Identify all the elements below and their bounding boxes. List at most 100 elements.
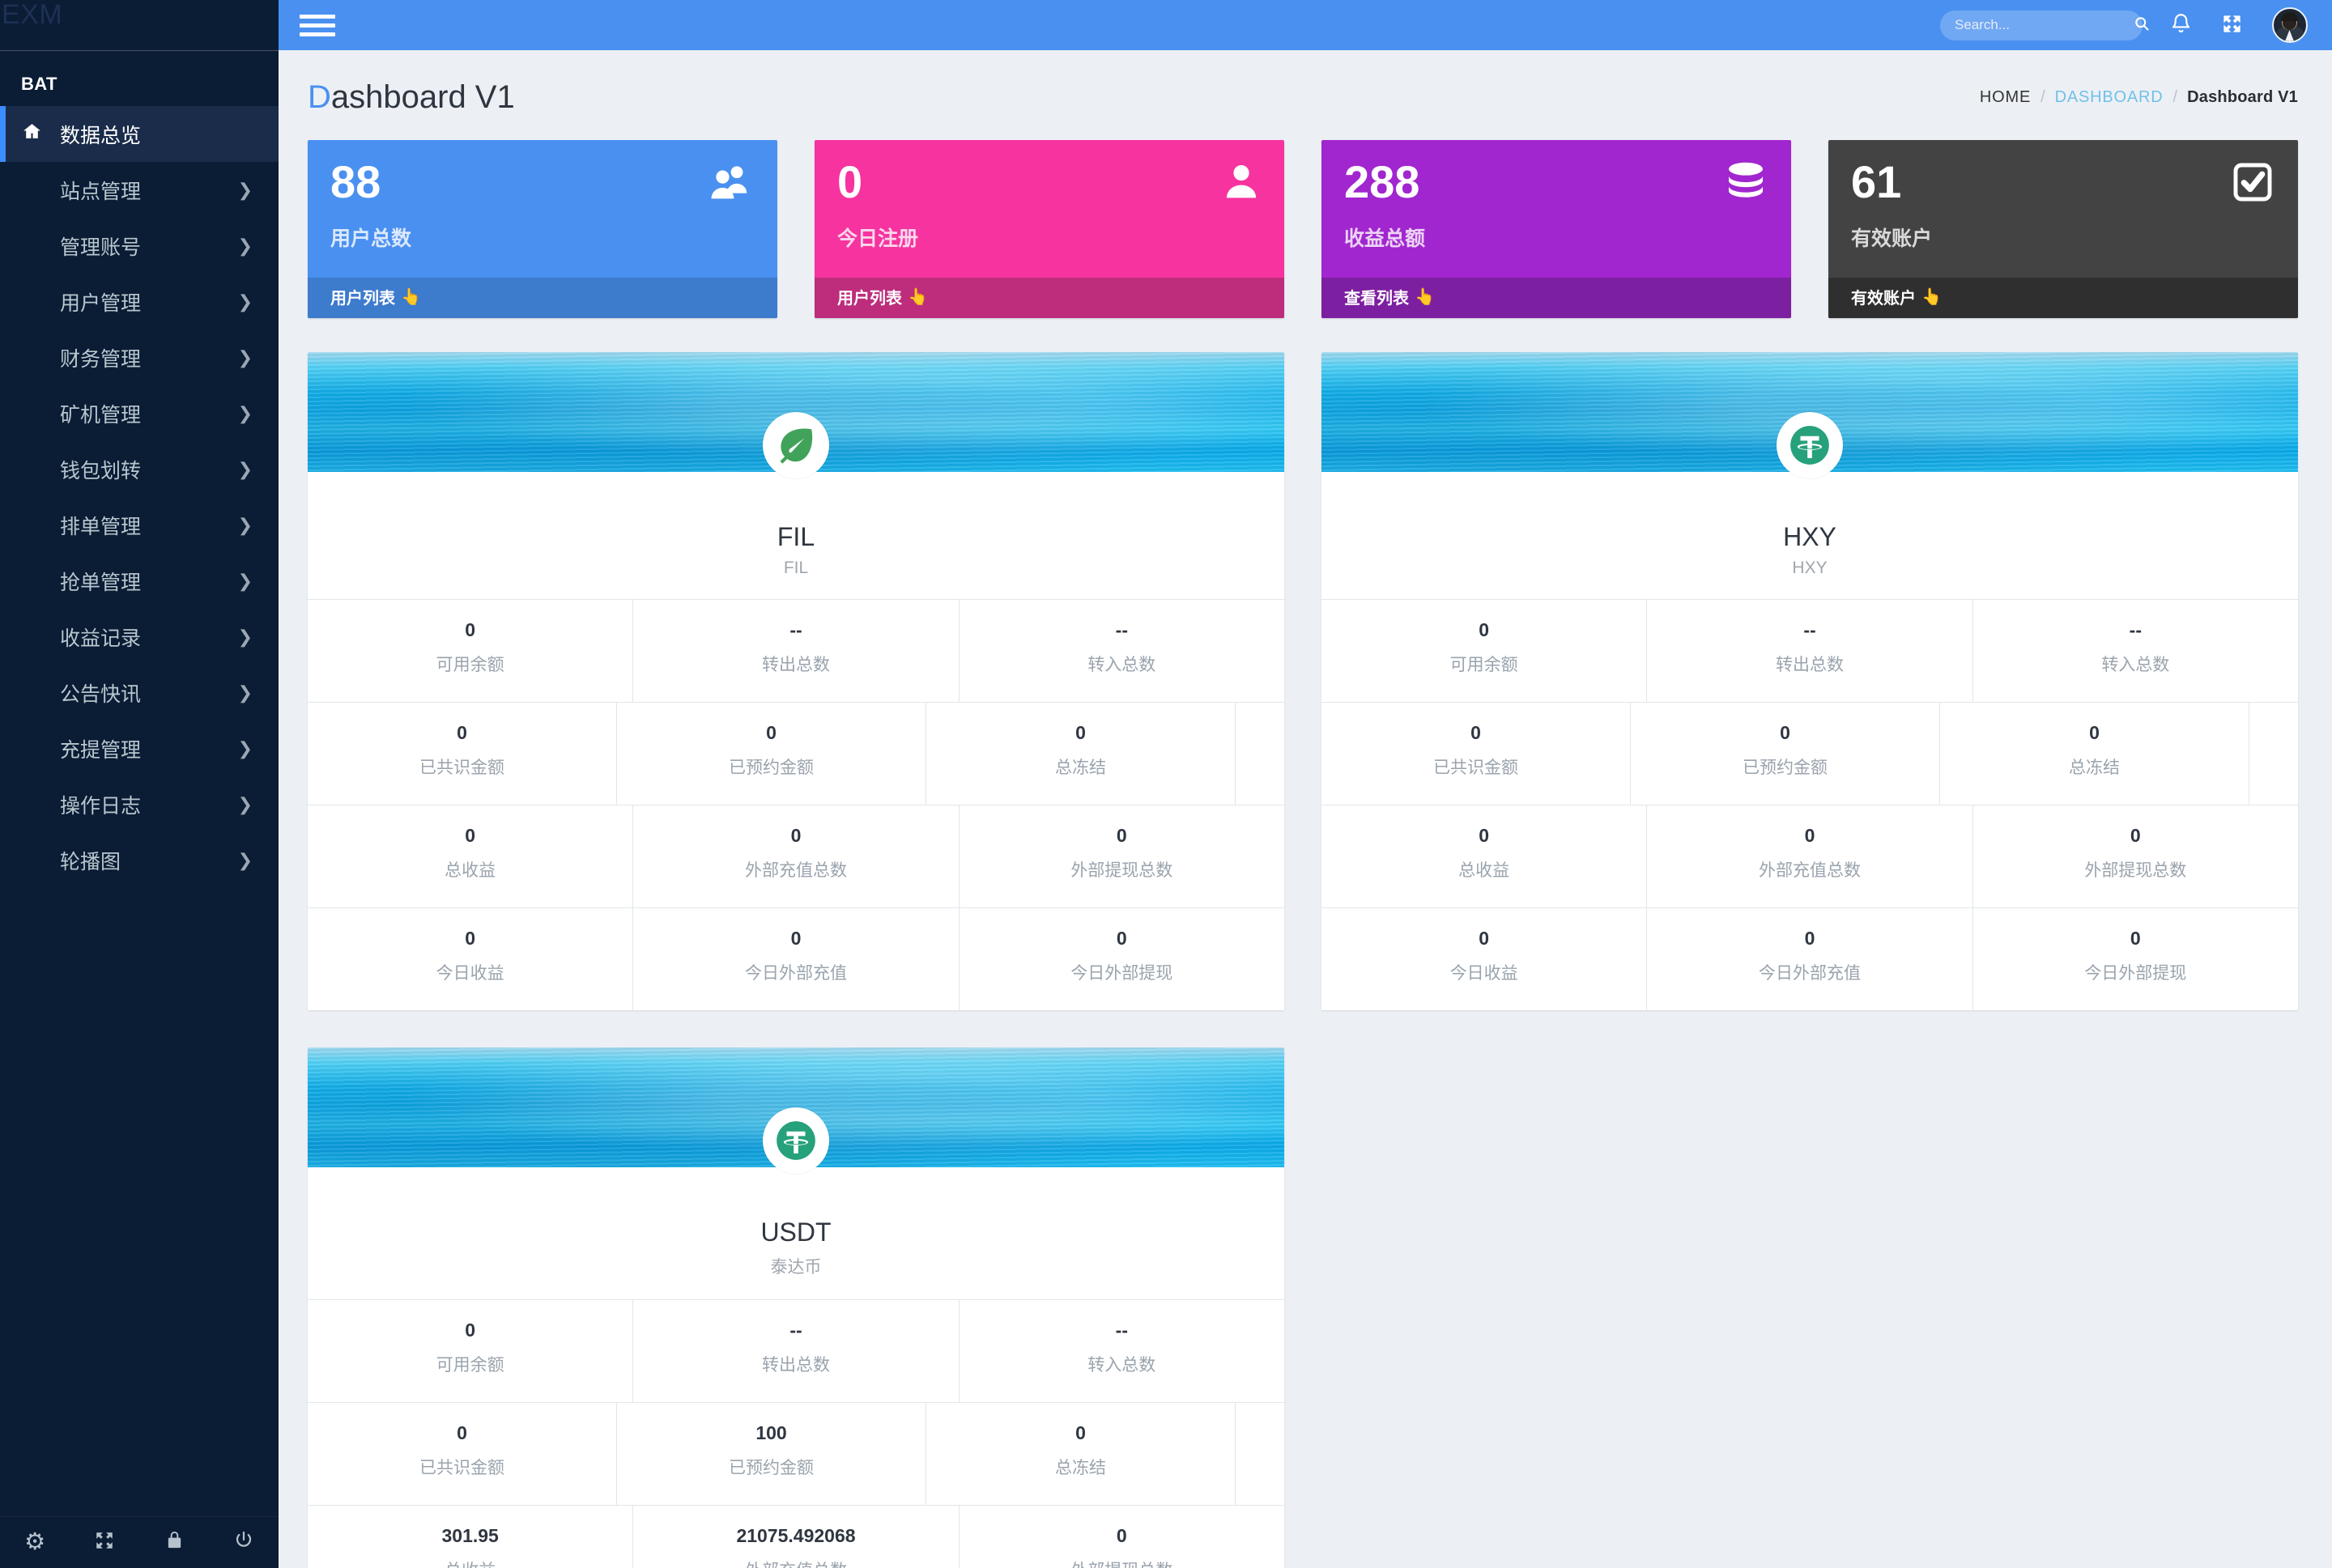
stat-footer-link[interactable]: 查看列表 👆 (1321, 278, 1791, 318)
sidebar-item-6[interactable]: 矿机管理 ❯ (0, 385, 279, 441)
coin-stat-cell: 0 已预约金额 (1631, 703, 1940, 805)
sidebar-item-label: 轮播图 (60, 850, 121, 873)
dashboard-page: EXM BAT 数据总览 站点管理 ❯ 管理账号 ❯ 用户管理 ❯ 财务管理 ❯ 矿机管理 ❯ 钱包划… (0, 0, 2332, 1568)
coin-meta: HXY HXY (1321, 472, 2298, 599)
coin-stat-value: 0 (1075, 1422, 1086, 1443)
coin-stat-label: 已预约金额 (1743, 759, 1828, 777)
fullscreen-icon[interactable] (2221, 13, 2243, 38)
coin-stat-cell: 0 今日收益 (308, 908, 634, 1010)
stat-card-3[interactable]: 288 收益总额 查看列表 👆 (1321, 140, 1791, 318)
tether-icon (1777, 412, 1843, 478)
stat-footer-link[interactable]: 用户列表 👆 (308, 278, 777, 318)
sidebar-item-11[interactable]: 公告快讯 ❯ (0, 665, 279, 720)
stat-body: 288 收益总额 (1321, 140, 1791, 278)
sidebar-logo[interactable]: EXM (0, 0, 279, 50)
stat-cards: 88 用户总数 用户列表 👆 0 今日注册 用户列表 👆 288 收益总额 查看列表 👆 61 有效账户有… (279, 116, 2332, 318)
coin-stat-value: 0 (1075, 722, 1086, 743)
coin-stat-value: 0 (1479, 825, 1490, 846)
coin-stat-value: -- (789, 619, 802, 640)
chevron-right-icon: ❯ (237, 626, 253, 647)
stat-value: 61 (1851, 156, 1902, 207)
coin-stat-cell: 0 今日收益 (1321, 908, 1648, 1010)
coin-subtitle: FIL (783, 559, 809, 577)
sidebar: EXM BAT 数据总览 站点管理 ❯ 管理账号 ❯ 用户管理 ❯ 财务管理 ❯ 矿机管理 ❯ 钱包划… (0, 0, 279, 1568)
sidebar-item-label: 钱包划转 (60, 459, 142, 482)
sidebar-item-8[interactable]: 排单管理 ❯ (0, 497, 279, 553)
coin-stat-label: 今日外部提现 (2084, 964, 2187, 983)
stat-footer-link[interactable]: 用户列表 👆 (815, 278, 1284, 318)
coin-name: HXY (1783, 522, 1836, 551)
coin-stat-row: 0 总收益 0 外部充值总数 0 外部提现总数 (1321, 805, 2298, 907)
chevron-right-icon: ❯ (237, 402, 253, 423)
avatar[interactable] (2272, 7, 2308, 43)
database-icon (1723, 159, 1768, 210)
hand-pointer-icon: 👆 (1415, 288, 1435, 306)
coin-stat-cell: 0 已共识金额 (308, 1403, 617, 1505)
stat-card-1[interactable]: 88 用户总数 用户列表 👆 (308, 140, 777, 318)
coin-stat-value: 0 (2089, 722, 2100, 743)
coin-stat-value: 0 (1780, 722, 1790, 743)
coin-stat-cell: 0 今日外部提现 (960, 908, 1284, 1010)
coin-stat-row: 0 可用余额 -- 转出总数 -- 转入总数 (308, 599, 1284, 702)
hand-pointer-icon: 👆 (1921, 288, 1942, 306)
stat-footer-link[interactable]: 有效账户 👆 (1828, 278, 2298, 318)
coin-stat-label: 外部提现总数 (964, 1557, 1279, 1568)
stat-card-2[interactable]: 0 今日注册 用户列表 👆 (815, 140, 1284, 318)
coin-stat-cell: 0 外部充值总数 (633, 805, 960, 907)
page-title: Dashboard V1 (308, 79, 515, 116)
expand-icon[interactable] (70, 1530, 139, 1556)
coin-stat-value: 301.95 (441, 1525, 499, 1546)
coin-stat-label: 总收益 (1458, 861, 1510, 880)
search-input[interactable] (1955, 17, 2134, 33)
coin-stat-value: 0 (1116, 928, 1127, 949)
coin-stat-label: 转出总数 (1775, 656, 1844, 674)
stat-card-4[interactable]: 61 有效账户 有效账户 👆 (1828, 140, 2298, 318)
sidebar-item-5[interactable]: 财务管理 ❯ (0, 329, 279, 385)
hamburger-icon[interactable] (300, 10, 335, 41)
coin-stat-value: -- (1803, 619, 1816, 640)
sidebar-item-3[interactable]: 管理账号 ❯ (0, 218, 279, 274)
chevron-right-icon: ❯ (237, 346, 253, 368)
coin-subtitle: HXY (1792, 559, 1828, 577)
breadcrumb-item-1[interactable]: HOME (1980, 88, 2031, 107)
bell-icon[interactable] (2170, 12, 2192, 39)
stat-label: 用户总数 (330, 227, 412, 250)
coin-stat-label: 外部提现总数 (2084, 861, 2187, 880)
coin-stat-label: 可用余额 (436, 656, 504, 674)
sidebar-item-14[interactable]: 轮播图 ❯ (0, 832, 279, 888)
sidebar-item-1[interactable]: 数据总览 (0, 106, 279, 162)
sidebar-item-10[interactable]: 收益记录 ❯ (0, 609, 279, 665)
stat-label: 今日注册 (837, 227, 919, 250)
sidebar-item-12[interactable]: 充提管理 ❯ (0, 720, 279, 776)
coin-stat-cell-empty (2249, 703, 2298, 805)
coin-stat-value: 0 (457, 1422, 467, 1443)
power-icon[interactable] (209, 1530, 279, 1555)
sidebar-item-4[interactable]: 用户管理 ❯ (0, 274, 279, 329)
coin-stat-cell: 0 总冻结 (926, 703, 1236, 805)
coin-stat-value: 100 (755, 1422, 787, 1443)
coin-stat-cell: 0 外部提现总数 (960, 1506, 1284, 1568)
coin-banner-image (308, 1047, 1284, 1174)
sidebar-item-label: 充提管理 (60, 738, 142, 762)
coin-meta: FIL FIL (308, 472, 1284, 599)
user-icon (1221, 159, 1262, 207)
sidebar-item-13[interactable]: 操作日志 ❯ (0, 776, 279, 832)
coin-stat-label: 转入总数 (1087, 1356, 1156, 1375)
breadcrumb-item-2[interactable]: DASHBOARD (2055, 88, 2164, 107)
chevron-right-icon: ❯ (237, 682, 253, 703)
lock-icon[interactable] (139, 1530, 209, 1555)
sidebar-item-label: 矿机管理 (60, 403, 142, 427)
users-icon (704, 159, 755, 207)
search-box[interactable] (1940, 10, 2149, 40)
coin-stat-value: 21075.492068 (736, 1525, 856, 1546)
coin-stat-value: 0 (1116, 825, 1127, 846)
sidebar-item-7[interactable]: 钱包划转 ❯ (0, 441, 279, 497)
sidebar-item-9[interactable]: 抢单管理 ❯ (0, 553, 279, 609)
coin-stat-value: 0 (465, 928, 476, 949)
gear-icon[interactable]: ⚙ (0, 1531, 70, 1554)
coin-stat-label: 转入总数 (2101, 656, 2170, 674)
home-icon (21, 121, 60, 147)
coin-stat-label: 转入总数 (1087, 656, 1156, 674)
search-icon[interactable] (2134, 15, 2150, 35)
sidebar-item-2[interactable]: 站点管理 ❯ (0, 162, 279, 218)
